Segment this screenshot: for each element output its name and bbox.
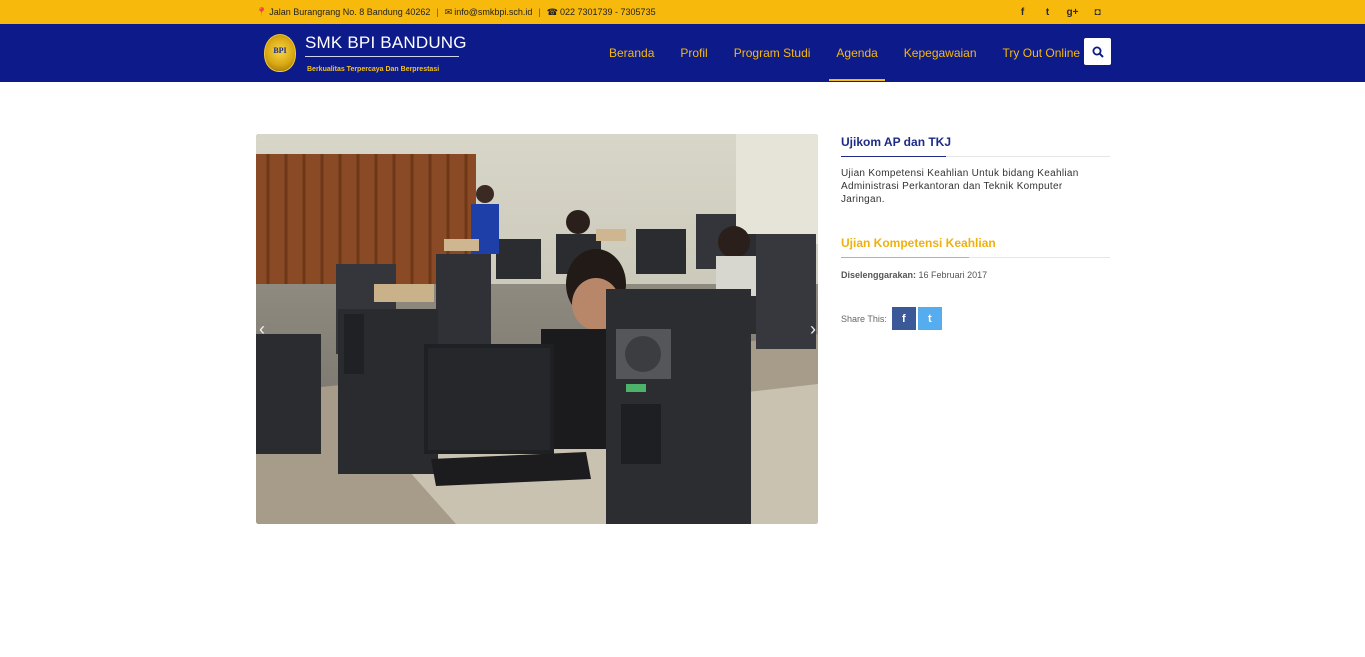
nav-item-profil[interactable]: Profil bbox=[667, 24, 720, 82]
address: 📍 Jalan Burangrang No. 8 Bandung 40262 bbox=[256, 7, 430, 18]
map-marker-icon: 📍 bbox=[256, 6, 268, 17]
nav-item-agenda[interactable]: Agenda bbox=[823, 24, 890, 82]
agenda-image-slider[interactable]: ‹ › bbox=[256, 134, 818, 524]
slider-next-arrow[interactable]: › bbox=[806, 317, 818, 341]
email-text[interactable]: info@smkbpi.sch.id bbox=[454, 7, 532, 17]
title-divider bbox=[841, 156, 1110, 157]
event-date-value: 16 Februari 2017 bbox=[918, 270, 988, 280]
subtitle-divider bbox=[841, 257, 1110, 258]
agenda-description: Ujian Kompetensi Keahlian Untuk bidang K… bbox=[841, 168, 1079, 205]
share-facebook-button[interactable]: f bbox=[891, 307, 916, 330]
nav-item-program-studi[interactable]: Program Studi bbox=[721, 24, 824, 82]
divider: | bbox=[436, 7, 439, 17]
school-emblem-icon: BPI bbox=[264, 34, 296, 72]
twitter-icon[interactable]: t bbox=[1035, 7, 1060, 18]
agenda-details: Ujikom AP dan TKJ Ujian Kompetensi Keahl… bbox=[841, 134, 1110, 330]
top-bar: 📍 Jalan Burangrang No. 8 Bandung 40262 |… bbox=[0, 0, 1365, 24]
nav-item-beranda[interactable]: Beranda bbox=[596, 24, 667, 82]
site-tagline: Berkualitas Terpercaya Dan Berprestasi bbox=[307, 66, 440, 73]
phone-text: 022 7301739 - 7305735 bbox=[559, 7, 656, 17]
site-logo[interactable]: BPI SMK BPI BANDUNG Berkualitas Terperca… bbox=[264, 32, 467, 78]
instagram-icon[interactable]: ◘ bbox=[1085, 7, 1110, 18]
facebook-icon[interactable]: f bbox=[1010, 7, 1035, 18]
computer-lab-photo bbox=[256, 134, 818, 524]
logo-divider bbox=[305, 56, 459, 57]
envelope-icon: ✉ bbox=[444, 6, 453, 17]
share-twitter-button[interactable]: t bbox=[917, 307, 942, 330]
address-text: Jalan Burangrang No. 8 Bandung 40262 bbox=[269, 7, 431, 17]
search-button[interactable] bbox=[1084, 38, 1111, 65]
email[interactable]: ✉ info@smkbpi.sch.id bbox=[445, 7, 533, 18]
social-links: f t g+ ◘ bbox=[1010, 0, 1110, 24]
google-plus-icon[interactable]: g+ bbox=[1060, 7, 1085, 18]
search-icon bbox=[1092, 46, 1104, 58]
contact-info: 📍 Jalan Burangrang No. 8 Bandung 40262 |… bbox=[256, 0, 656, 24]
phone: ☎ 022 7301739 - 7305735 bbox=[547, 7, 656, 18]
event-date-label: Diselenggarakan: bbox=[841, 270, 917, 280]
agenda-title: Ujikom AP dan TKJ bbox=[841, 135, 952, 149]
nav-item-try-out-online[interactable]: Try Out Online bbox=[990, 24, 1094, 82]
main-navbar: BPI SMK BPI BANDUNG Berkualitas Terperca… bbox=[0, 24, 1365, 82]
slider-prev-arrow[interactable]: ‹ bbox=[256, 317, 269, 341]
share-label: Share This: bbox=[841, 313, 887, 324]
site-name[interactable]: SMK BPI BANDUNG bbox=[305, 33, 467, 53]
nav-item-kepegawaian[interactable]: Kepegawaian bbox=[891, 24, 990, 82]
share-bar: Share This: f t bbox=[841, 307, 944, 330]
agenda-subtitle: Ujian Kompetensi Keahlian bbox=[841, 236, 996, 250]
event-date: Diselenggarakan: 16 Februari 2017 bbox=[841, 270, 987, 280]
phone-icon: ☎ bbox=[546, 6, 558, 17]
divider: | bbox=[538, 7, 541, 17]
main-menu: Beranda Profil Program Studi Agenda Kepe… bbox=[596, 24, 1093, 82]
